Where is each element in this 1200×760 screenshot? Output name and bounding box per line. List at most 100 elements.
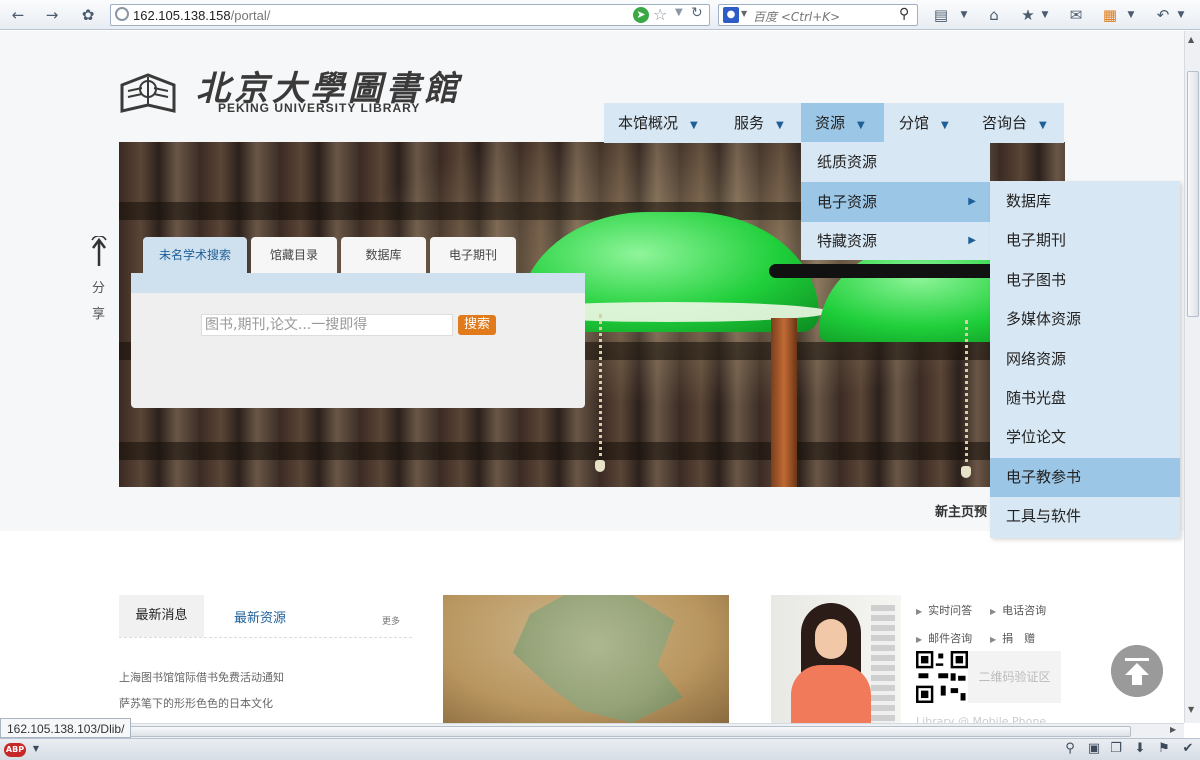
chevron-right-icon: ▶ [968, 196, 976, 207]
windows-icon[interactable]: ❐ [1108, 741, 1124, 757]
vertical-scrollbar[interactable]: ▲ ▼ [1184, 31, 1200, 723]
service-donate[interactable]: ▶ 捐 赠 [990, 630, 1035, 646]
menu-item-e-resources[interactable]: 电子资源 ▶ [801, 182, 990, 222]
news-item[interactable]: 萨苏笔下的形形色色的日本文化 [119, 695, 273, 711]
tab-latest-news[interactable]: 最新消息 [119, 595, 204, 637]
submenu-item-ejournals[interactable]: 电子期刊 [990, 221, 1180, 260]
mobile-library-label[interactable]: Library @ Mobile Phone [916, 715, 1046, 723]
tools-icon[interactable]: ✔ [1180, 741, 1196, 757]
undo-icon[interactable]: ↶ [1152, 5, 1174, 25]
logo-english-name[interactable]: PEKING UNIVERSITY LIBRARY [218, 101, 420, 115]
service-phone[interactable]: ▶ 电话咨询 [990, 602, 1046, 618]
screenshot-icon[interactable]: ▤ [930, 5, 952, 25]
lamp-chain [965, 320, 969, 470]
browser-toolbar: ← → ✿ 162.105.138.158/portal/ ➤ ☆ ▼ ↻ ● … [0, 0, 1200, 30]
nav-services[interactable]: 服务 ▼ [720, 103, 802, 143]
home-icon[interactable]: ⌂ [984, 5, 1004, 25]
scroll-down-icon[interactable]: ▼ [1188, 705, 1194, 714]
address-text: 162.105.138.158/portal/ [133, 8, 271, 23]
search-button[interactable]: 搜索 [458, 315, 496, 335]
news-item[interactable]: 上海图书馆馆际借书免费活动通知 [119, 669, 284, 685]
bookmarks-icon[interactable]: ★ [1018, 5, 1038, 25]
addons-icon[interactable]: ✿ [78, 5, 98, 25]
chevron-down-icon: ▼ [690, 120, 698, 131]
nav-branches[interactable]: 分馆 ▼ [885, 103, 967, 143]
vertical-scroll-thumb[interactable] [1187, 71, 1199, 317]
apps-dropdown-icon[interactable]: ▼ [1126, 5, 1136, 25]
menu-item-print-resources[interactable]: 纸质资源 [801, 142, 990, 182]
bookmark-flag-icon[interactable]: ⚑ [1156, 741, 1172, 757]
share-label[interactable]: 享 [92, 303, 105, 322]
news-more-link[interactable]: 更多 [382, 614, 400, 627]
scroll-up-icon[interactable]: ▲ [1188, 35, 1194, 44]
resources-dropdown: 纸质资源 电子资源 ▶ 特藏资源 ▶ [801, 142, 990, 260]
chevron-down-icon: ▼ [941, 120, 949, 131]
bookmarks-dropdown-icon[interactable]: ▼ [1040, 5, 1050, 25]
chevron-down-icon: ▼ [776, 120, 784, 131]
nav-about[interactable]: 本馆概况 ▼ [604, 103, 716, 143]
tab-catalog[interactable]: 馆藏目录 [251, 237, 337, 273]
forward-arrow-icon[interactable]: → [42, 5, 62, 25]
qr-verify-area: 二维码验证区 [968, 651, 1061, 703]
adblock-icon[interactable]: ABP [4, 743, 26, 757]
ancient-map-image[interactable] [443, 595, 729, 723]
history-dropdown-icon[interactable]: ▼ [675, 7, 683, 18]
submenu-item-web-resources[interactable]: 网络资源 [990, 340, 1180, 379]
search-panel: 图书,期刊,论文...一搜即得 搜索 [131, 273, 585, 408]
horizontal-scrollbar[interactable]: ▶ [0, 723, 1184, 738]
search-panel-strip [131, 273, 585, 293]
back-to-top-icon[interactable] [1111, 645, 1163, 697]
search-magnifier-icon[interactable]: ⚲ [899, 6, 909, 22]
tab-databases[interactable]: 数据库 [341, 237, 426, 273]
globe-icon [115, 7, 129, 21]
bullet-icon: ▶ [916, 607, 923, 616]
search-box[interactable]: ● ▼ 百度 <Ctrl+K> ⚲ [718, 4, 918, 26]
share-icon[interactable] [90, 236, 108, 266]
lamp-chain-pull [595, 460, 605, 472]
horizontal-scroll-thumb[interactable] [16, 726, 1131, 737]
back-arrow-icon[interactable]: ← [8, 5, 28, 25]
zoom-icon[interactable]: ⚲ [1062, 741, 1078, 757]
go-arrow-icon[interactable]: ➤ [633, 7, 649, 23]
tab-ejournals[interactable]: 电子期刊 [430, 237, 516, 273]
service-email[interactable]: ▶ 邮件咨询 [916, 630, 972, 646]
tab-academic-search[interactable]: 未名学术搜索 [143, 237, 247, 273]
share-label[interactable]: 分 [92, 277, 105, 296]
library-logo-icon [120, 73, 176, 113]
reload-icon[interactable]: ↻ [691, 5, 703, 21]
menu-item-special-collections[interactable]: 特藏资源 ▶ [801, 221, 990, 261]
mail-icon[interactable]: ✉ [1066, 5, 1086, 25]
new-homepage-link[interactable]: 新主页预 [935, 501, 987, 520]
search-input[interactable]: 图书,期刊,论文...一搜即得 [201, 314, 453, 336]
nav-helpdesk[interactable]: 咨询台 ▼ [968, 103, 1064, 143]
submenu-item-theses[interactable]: 学位论文 [990, 418, 1180, 457]
bookmark-star-icon[interactable]: ☆ [653, 5, 667, 24]
search-placeholder: 百度 <Ctrl+K> [753, 10, 841, 24]
submenu-item-e-reserves[interactable]: 电子教参书 [990, 458, 1180, 497]
nav-resources[interactable]: 资源 ▼ [801, 103, 884, 143]
lamp-pole [771, 318, 797, 487]
shelf-shadow [119, 442, 1065, 460]
adblock-dropdown-icon[interactable]: ▼ [28, 741, 44, 757]
service-live-chat[interactable]: ▶ 实时问答 [916, 602, 972, 618]
submenu-item-databases[interactable]: 数据库 [990, 182, 1180, 221]
submenu-item-tools-software[interactable]: 工具与软件 [990, 497, 1180, 536]
reader-photo[interactable] [771, 595, 901, 723]
submenu-item-cd-rom[interactable]: 随书光盘 [990, 379, 1180, 418]
address-bar[interactable]: 162.105.138.158/portal/ ➤ ☆ ▼ ↻ [110, 4, 710, 26]
page-icon[interactable]: ▣ [1086, 741, 1102, 757]
e-resources-submenu: 数据库 电子期刊 电子图书 多媒体资源 网络资源 随书光盘 学位论文 电子教参书… [990, 181, 1180, 538]
download-icon[interactable]: ⬇ [1132, 741, 1148, 757]
submenu-item-ebooks[interactable]: 电子图书 [990, 261, 1180, 300]
tab-latest-resources[interactable]: 最新资源 [234, 607, 286, 626]
scroll-right-icon[interactable]: ▶ [1170, 725, 1176, 734]
engine-dropdown-icon[interactable]: ▼ [741, 9, 747, 18]
bullet-icon: ▶ [990, 607, 997, 616]
apps-icon[interactable]: ▦ [1100, 5, 1120, 25]
qr-code-icon[interactable] [916, 651, 968, 703]
undo-dropdown-icon[interactable]: ▼ [1176, 5, 1186, 25]
bullet-icon: ▶ [916, 635, 923, 644]
submenu-item-multimedia[interactable]: 多媒体资源 [990, 300, 1180, 339]
screenshot-dropdown-icon[interactable]: ▼ [958, 5, 970, 25]
status-bar [0, 738, 1200, 760]
